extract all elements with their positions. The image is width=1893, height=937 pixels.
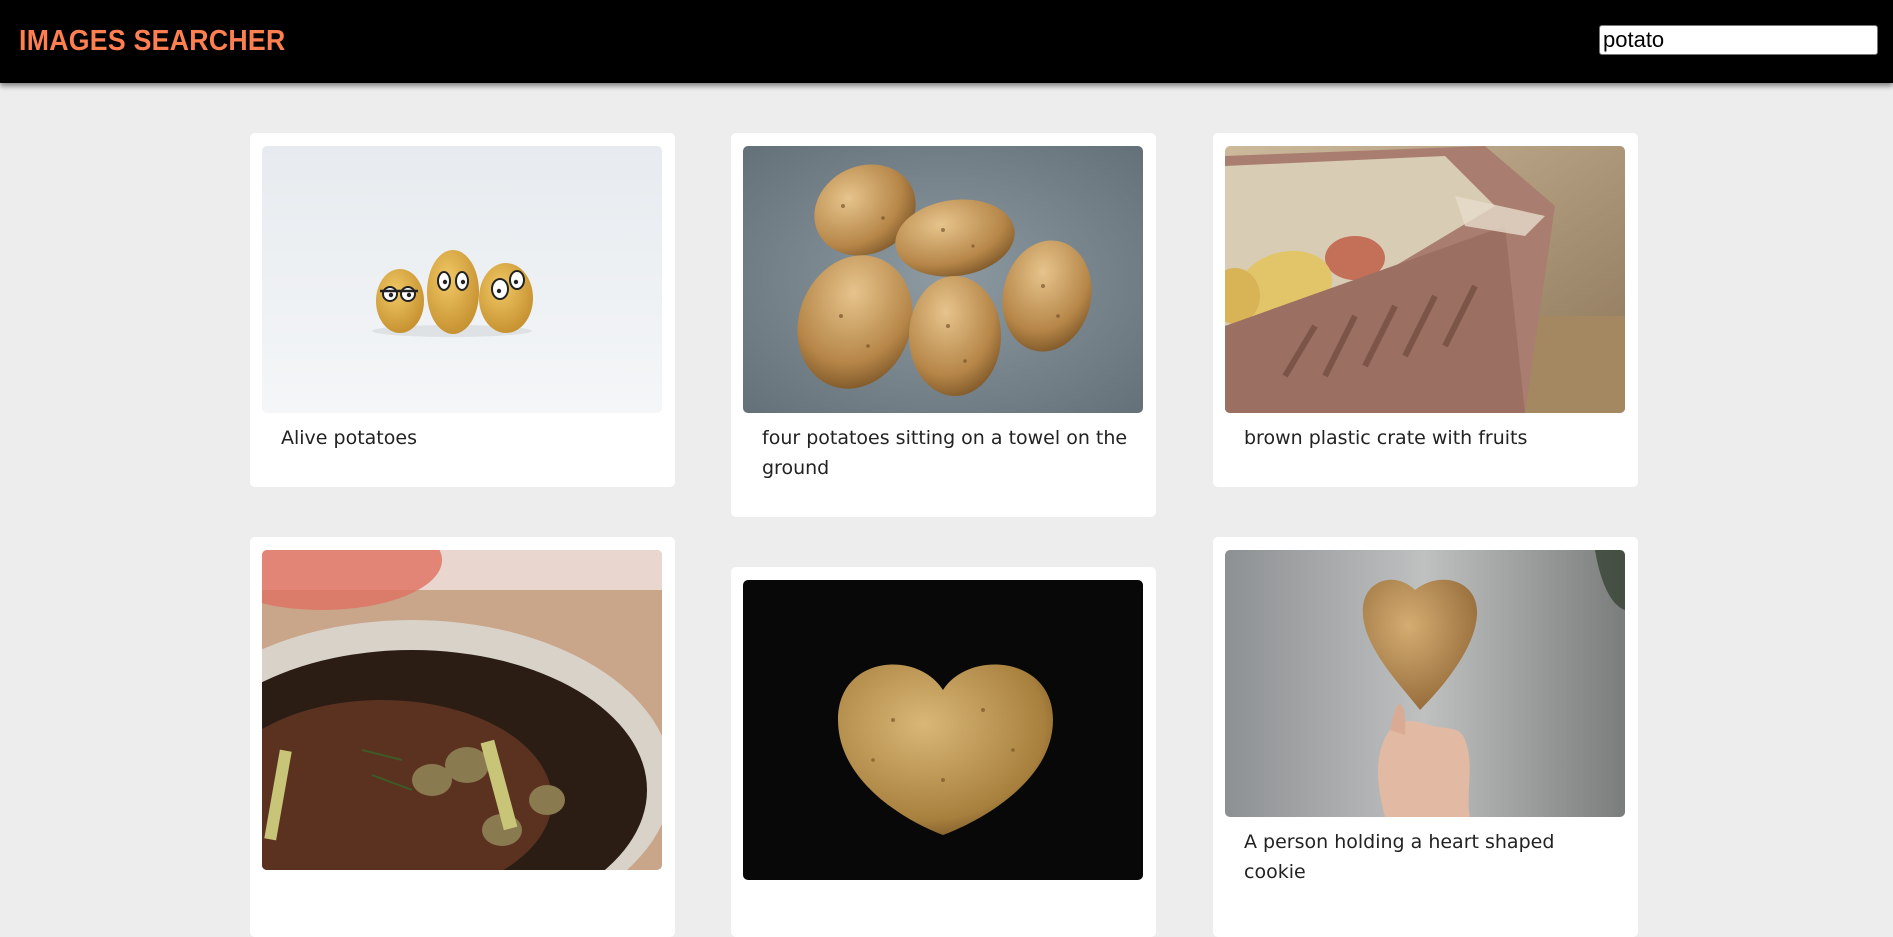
result-card[interactable]	[250, 537, 675, 937]
heart-potato-dark-image[interactable]	[743, 580, 1143, 880]
result-card[interactable]: brown plastic crate with fruits	[1213, 133, 1638, 487]
alive-potatoes-image[interactable]	[262, 146, 662, 413]
hand-heart-potato-image[interactable]	[1225, 550, 1625, 817]
potatoes-on-towel-image[interactable]	[743, 146, 1143, 413]
result-caption: brown plastic crate with fruits	[1244, 427, 1528, 449]
app-header: IMAGES SEARCHER	[0, 0, 1893, 83]
result-caption: Alive potatoes	[281, 427, 417, 449]
result-caption: A person holding a heart shaped cookie	[1244, 831, 1555, 883]
result-caption: four potatoes sitting on a towel on the …	[762, 427, 1128, 479]
search-input[interactable]	[1599, 25, 1878, 55]
result-card[interactable]	[731, 567, 1156, 937]
app-title: IMAGES SEARCHER	[19, 25, 286, 57]
crate-with-fruits-image[interactable]	[1225, 146, 1625, 413]
result-card[interactable]: Alive potatoes	[250, 133, 675, 487]
result-card[interactable]: four potatoes sitting on a towel on the …	[731, 133, 1156, 517]
result-card[interactable]: A person holding a heart shaped cookie	[1213, 537, 1638, 937]
roasted-potatoes-pot-image[interactable]	[262, 550, 662, 870]
